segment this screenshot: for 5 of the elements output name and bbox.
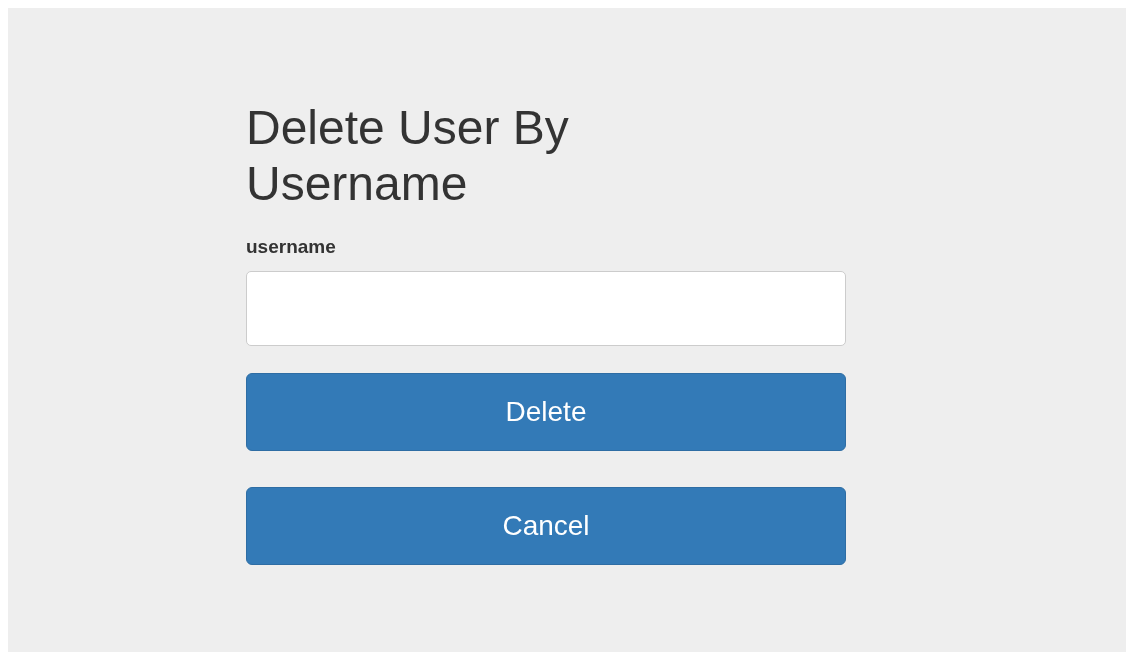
page-title: Delete User By Username (246, 100, 570, 212)
username-field[interactable] (246, 271, 846, 346)
delete-button[interactable]: Delete (246, 373, 846, 451)
cancel-button[interactable]: Cancel (246, 487, 846, 565)
field-label: username (246, 235, 336, 259)
